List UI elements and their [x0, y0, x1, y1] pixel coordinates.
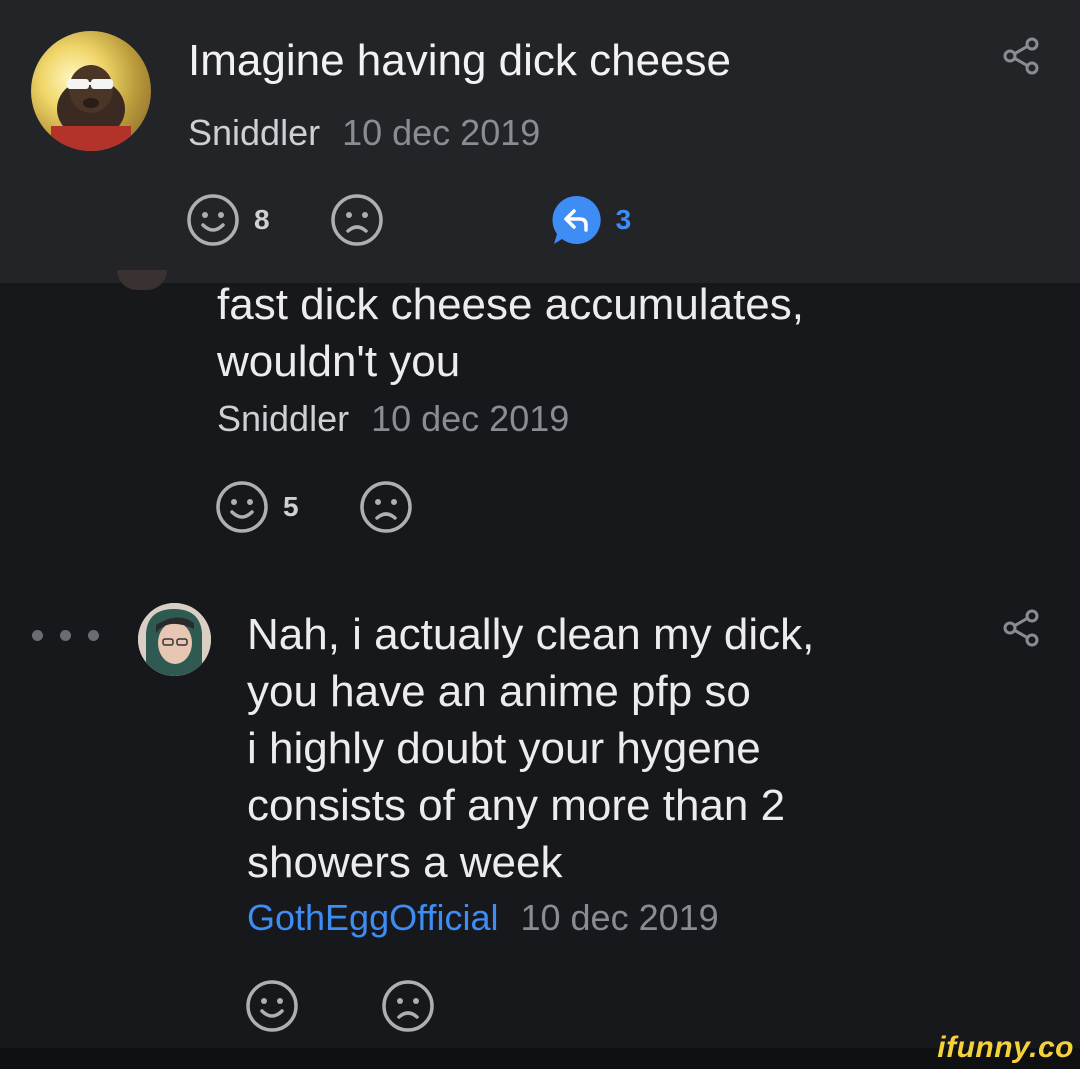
- reply-bubble-icon[interactable]: [550, 193, 604, 247]
- reply2-date: 10 dec 2019: [520, 897, 719, 938]
- post-date: 10 dec 2019: [342, 112, 541, 153]
- frown-icon[interactable]: [359, 480, 413, 534]
- reply1-date: 10 dec 2019: [371, 398, 570, 439]
- thread-dots-icon[interactable]: [32, 630, 99, 641]
- reply1-line: fast dick cheese accumulates,: [217, 280, 804, 329]
- reply2-reactions: [245, 979, 435, 1033]
- avatar: [117, 270, 167, 290]
- frown-icon[interactable]: [330, 193, 384, 247]
- watermark: ifunny.co: [937, 1031, 1074, 1064]
- reply1-line: wouldn't you: [217, 337, 461, 386]
- frown-icon[interactable]: [381, 979, 435, 1033]
- smile-icon[interactable]: [245, 979, 299, 1033]
- like-count: 5: [283, 491, 299, 522]
- reply1-text: fast dick cheese accumulates, wouldn't y…: [217, 276, 804, 390]
- reply2-line: you have an anime pfp so: [247, 667, 751, 716]
- smile-icon[interactable]: [215, 480, 269, 534]
- reply1-reactions: 5: [215, 480, 413, 534]
- share-icon[interactable]: [1001, 608, 1041, 648]
- reply2-line: consists of any more than 2: [247, 781, 786, 830]
- avatar[interactable]: [31, 31, 151, 151]
- reply2-line: i highly doubt your hygene: [247, 724, 761, 773]
- post-title: Imagine having dick cheese: [188, 36, 731, 85]
- reply2-line: showers a week: [247, 838, 563, 887]
- post-meta: Sniddler 10 dec 2019: [188, 112, 540, 154]
- reply-count: 3: [615, 204, 632, 235]
- post-author[interactable]: Sniddler: [188, 112, 320, 153]
- post-card: Imagine having dick cheese Sniddler 10 de…: [0, 0, 1080, 283]
- reply2-line: Nah, i actually clean my dick,: [247, 610, 815, 659]
- reply1-meta: Sniddler 10 dec 2019: [217, 398, 569, 440]
- avatar-image: [138, 603, 211, 676]
- reply2-meta: GothEggOfficial 10 dec 2019: [247, 897, 719, 939]
- reply1-author[interactable]: Sniddler: [217, 398, 349, 439]
- post-reactions: 8 3: [186, 193, 631, 247]
- reply2-text: Nah, i actually clean my dick, you have …: [247, 606, 814, 891]
- share-icon[interactable]: [1001, 36, 1041, 76]
- reply2-author[interactable]: GothEggOfficial: [247, 897, 498, 938]
- like-count: 8: [254, 204, 270, 235]
- avatar[interactable]: [138, 603, 211, 676]
- smile-icon[interactable]: [186, 193, 240, 247]
- bottom-bar: [0, 1048, 1080, 1069]
- avatar-image: [51, 65, 131, 151]
